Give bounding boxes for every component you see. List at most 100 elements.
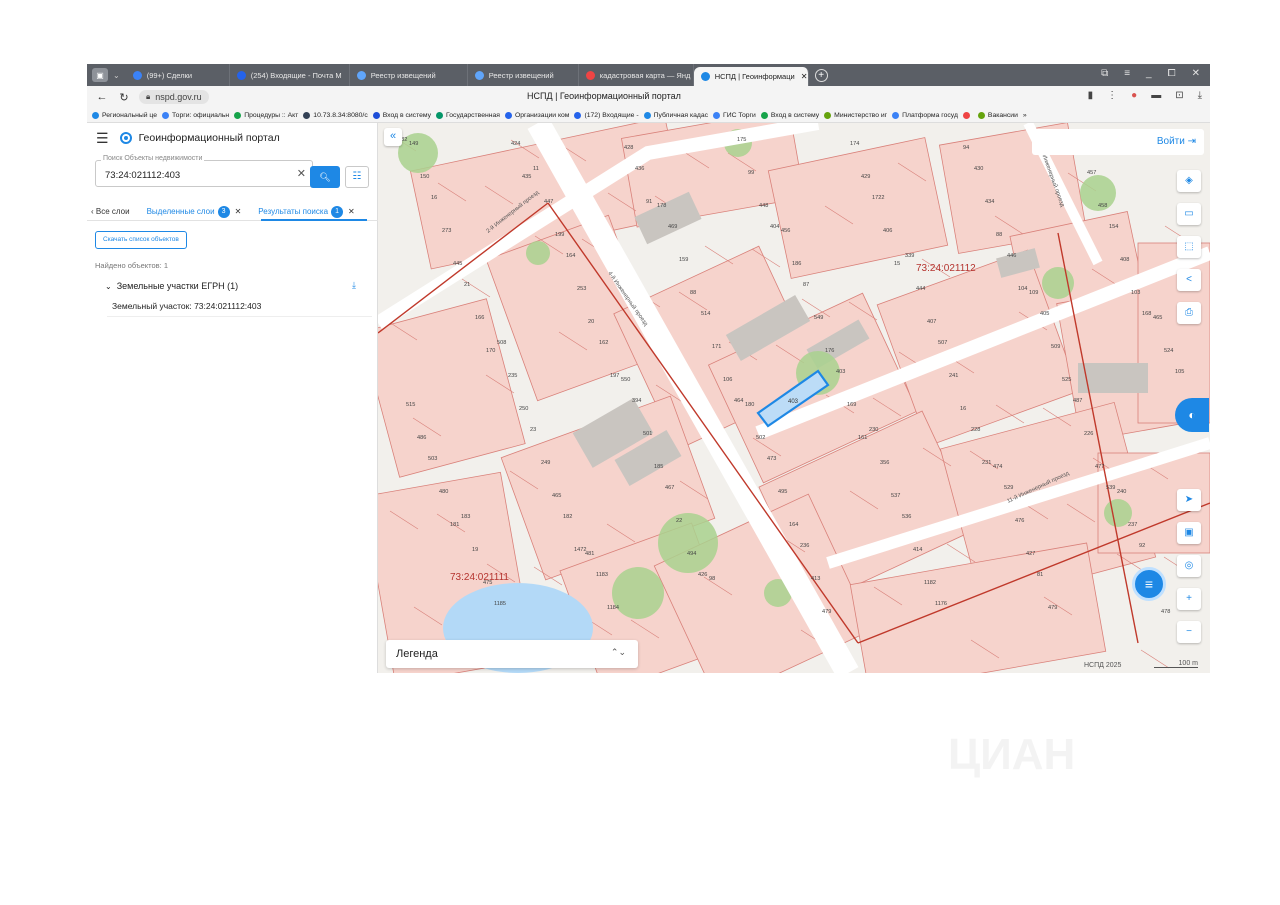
print-icon[interactable]: ⎙ — [1177, 302, 1201, 324]
tab-dropdown-icon[interactable]: ⌄ — [113, 71, 120, 80]
result-group[interactable]: ⌄ Земельные участки ЕГРН (1) — [105, 281, 238, 291]
parcel-number: 473 — [767, 456, 776, 462]
screen-icon[interactable]: ▣ — [1177, 522, 1201, 544]
tab-all-layers[interactable]: ‹ Все слои — [91, 207, 130, 216]
bookmark-label: Публичная кадас — [653, 111, 709, 119]
browser-tab-bar: ▣ ⌄ (99+) Сделки (254) Входящие - Почта … — [87, 64, 1210, 86]
result-item[interactable]: Земельный участок: 73:24:021112:403 — [107, 295, 372, 317]
bookmark-item[interactable]: Торги: официальн — [162, 111, 229, 119]
search-button[interactable]: 🔍︎ — [310, 166, 340, 188]
bookmark-item[interactable]: Организации ком — [504, 111, 569, 119]
browser-tab[interactable]: кадастровая карта — Янд — [579, 64, 694, 86]
bookmark-item[interactable]: Региональный це — [92, 111, 157, 119]
reload-icon[interactable]: ↻ — [117, 91, 131, 104]
parcel-number: 405 — [1040, 311, 1049, 317]
browser-tab[interactable]: (99+) Сделки — [126, 64, 230, 86]
hamburger-icon[interactable]: ☰ — [96, 130, 109, 147]
download-icon[interactable]: ⤓ — [352, 280, 356, 291]
bookmark-item[interactable]: Публичная кадас — [643, 111, 709, 119]
parcel-number: 92 — [1139, 543, 1145, 549]
bookmark-item[interactable]: Платформа госуд — [892, 111, 958, 119]
parcel-number: 226 — [1084, 431, 1093, 437]
parcel-number: 537 — [891, 493, 900, 499]
parcel-number: 162 — [599, 340, 608, 346]
minimize-icon[interactable]: _ — [1146, 68, 1152, 79]
download-icon[interactable]: ⤓ — [1198, 90, 1202, 101]
download-list-button[interactable]: Скачать список объектов — [95, 231, 187, 249]
select-area-icon[interactable]: ⬚ — [1177, 236, 1201, 258]
extension-icon[interactable]: ● — [1131, 90, 1137, 101]
parcel-number: 404 — [770, 224, 779, 230]
url-field[interactable]: 🔒︎ nspd.gov.ru — [139, 90, 209, 104]
zoom-out-icon[interactable]: − — [1177, 621, 1201, 643]
parcel-number: 515 — [406, 402, 415, 408]
collapse-panel-button[interactable]: « — [384, 128, 402, 146]
new-tab-button[interactable]: + — [814, 68, 828, 82]
app: ☰ Геоинформационный портал Поиск Объекты… — [87, 123, 1210, 673]
more-icon[interactable]: ⋮ — [1107, 90, 1117, 101]
close-window-icon[interactable]: ✕ — [1192, 68, 1200, 79]
parcel-number: 22 — [676, 518, 682, 524]
chat-icon[interactable]: ◐ — [1175, 398, 1209, 432]
bookmark-item[interactable]: Министерство иг — [824, 111, 887, 119]
search-input[interactable]: 73:24:021112:403 — [105, 170, 180, 181]
bookmark-item[interactable] — [962, 111, 973, 119]
extension-icon[interactable]: ▬ — [1151, 90, 1161, 101]
layers-icon[interactable]: ◈ — [1177, 170, 1201, 192]
browser-tab[interactable]: Реестр извещений — [468, 64, 579, 86]
tab-search-results[interactable]: Результаты поиска 1 ✕ — [258, 205, 355, 218]
bookmark-item[interactable]: ГИС Торги — [713, 111, 756, 119]
bookmark-item[interactable]: Вход в систему — [760, 111, 820, 119]
parcel-number: 507 — [938, 340, 947, 346]
bookmark-favicon — [372, 111, 380, 119]
maximize-icon[interactable]: ⧠ — [1168, 68, 1176, 79]
search-field[interactable]: Поиск Объекты недвижимости 73:24:021112:… — [95, 155, 313, 187]
browser-tab-active[interactable]: НСПД | Геоинформаци ✕ — [693, 67, 809, 86]
tab-selected-layers-label: Выделенные слои — [146, 207, 215, 216]
bookmark-item[interactable]: Вход в систему — [372, 111, 431, 119]
parcel-number: 465 — [552, 493, 561, 499]
zoom-in-icon[interactable]: + — [1177, 588, 1201, 610]
bookmark-item[interactable]: Вакансии — [977, 111, 1018, 119]
login-button[interactable]: Войти ⇥ — [1157, 136, 1196, 147]
browser-tab[interactable]: (254) Входящие - Почта М — [230, 64, 350, 86]
menu-fab-icon[interactable]: ≡ — [1132, 567, 1166, 601]
map-canvas[interactable]: 4034324244281751749415114943543699429430… — [378, 123, 1210, 673]
parcel-number: 185 — [654, 464, 663, 470]
tab-selected-layers[interactable]: Выделенные слои 3 ✕ — [146, 205, 242, 218]
locate-icon[interactable]: ➤ — [1177, 489, 1201, 511]
pin-icon[interactable]: ◎ — [1177, 555, 1201, 577]
filter-button[interactable]: ☷ — [345, 166, 369, 188]
clear-icon[interactable]: ✕ — [297, 167, 306, 180]
parcel-number: 240 — [1117, 489, 1126, 495]
legend-select[interactable]: Легенда ⌃⌄ — [386, 640, 638, 668]
ruler-icon[interactable]: ▭ — [1177, 203, 1201, 225]
parcel-number: 436 — [635, 166, 644, 172]
tab-label: Реестр извещений — [370, 70, 436, 80]
bookmark-item[interactable]: 10.73.8.34:8080/c — [303, 111, 368, 119]
bookmark-label: Вход в систему — [770, 111, 820, 119]
bookmark-page-icon[interactable]: ▮ — [1088, 90, 1094, 101]
parcel-number: 478 — [1161, 609, 1170, 615]
parcel-number: 457 — [1087, 170, 1096, 176]
bookmark-item[interactable]: (172) Входящие - — [574, 111, 639, 119]
menu-icon[interactable]: ≡ — [1124, 68, 1130, 79]
bookmark-icon[interactable]: ⧉ — [1101, 68, 1108, 79]
bookmarks-more-icon[interactable]: » — [1023, 112, 1027, 119]
parcel-number: 429 — [861, 174, 870, 180]
parcel-number: 168 — [1142, 311, 1151, 317]
close-icon[interactable]: ✕ — [235, 207, 242, 216]
tab-favicon — [474, 70, 484, 80]
back-icon[interactable]: ← — [95, 91, 109, 103]
close-icon[interactable]: ✕ — [348, 207, 355, 216]
bookmark-item[interactable]: Государственная — [436, 111, 500, 119]
bookmark-item[interactable]: Процедуры :: Акт — [234, 111, 298, 119]
share-icon[interactable]: < — [1177, 269, 1201, 291]
close-tab-icon[interactable]: ✕ — [801, 72, 808, 81]
parcel-number: 1182 — [924, 580, 936, 586]
parcel-number: 446 — [1007, 253, 1016, 259]
reader-icon[interactable]: ⊡ — [1175, 90, 1183, 101]
browser-tab[interactable]: Реестр извещений — [350, 64, 468, 86]
browser-menu-icon[interactable]: ▣ — [92, 68, 108, 82]
bookmark-favicon — [643, 111, 651, 119]
